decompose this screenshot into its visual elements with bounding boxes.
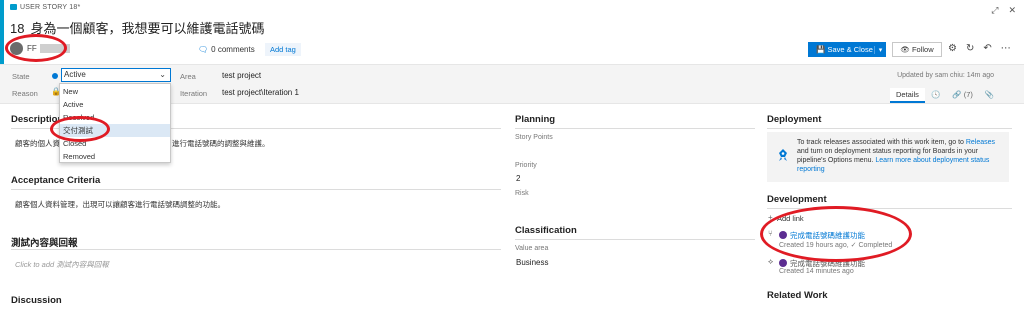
releases-link[interactable]: Releases: [966, 139, 995, 146]
divider: [11, 189, 501, 190]
description-text-left[interactable]: 顧客的個人資: [15, 138, 60, 149]
save-close-text: Save & Close: [827, 45, 873, 54]
save-options-chevron-icon[interactable]: ▾: [874, 45, 886, 54]
annotation-circle-development: [760, 206, 912, 262]
state-color-dot: [52, 73, 58, 79]
link-icon: 🔗: [952, 90, 964, 99]
value-area-label: Value area: [515, 245, 549, 252]
book-icon: [10, 4, 17, 10]
tab-details[interactable]: Details: [890, 88, 925, 103]
state-option-new[interactable]: New: [60, 85, 170, 98]
state-option-removed[interactable]: Removed: [60, 150, 170, 163]
undo-icon[interactable]: ↶: [983, 43, 991, 54]
state-option-active[interactable]: Active: [60, 98, 170, 111]
discussion-title: Discussion: [11, 295, 62, 306]
work-item-type-label: USER STORY 18*: [10, 4, 80, 11]
annotation-circle-state-option: [50, 116, 110, 142]
save-icon: 💾: [816, 45, 828, 54]
work-item-header: USER STORY 18* ⤢ ✕ 18 身為一個顧客，我想要可以維護電話號碼 F…: [0, 0, 1024, 64]
chevron-down-icon[interactable]: ⌄: [159, 69, 166, 81]
gear-icon[interactable]: ⚙: [948, 43, 957, 54]
priority-label: Priority: [515, 162, 537, 169]
classification-title: Classification: [515, 225, 577, 236]
close-icon[interactable]: ✕: [1008, 5, 1016, 15]
deployment-title: Deployment: [767, 114, 822, 125]
state-dropdown[interactable]: Active ⌄: [61, 68, 171, 82]
updated-by-text[interactable]: Updated by sam chiu: 14m ago: [897, 72, 994, 79]
acceptance-criteria-text[interactable]: 顧客個人資料管理，出現可以讓顧客進行電話號碼調整的功能。: [15, 199, 225, 210]
annotation-circle-assignee: [5, 34, 67, 62]
description-text-right[interactable]: 進行電話號碼的調整與維護。: [172, 138, 270, 149]
risk-label: Risk: [515, 190, 529, 197]
work-item-type-text: USER STORY 18*: [20, 4, 81, 11]
divider: [515, 239, 755, 240]
commit-meta: Created 14 minutes ago: [779, 268, 854, 275]
paperclip-icon: 📎: [984, 90, 995, 99]
area-label: Area: [180, 72, 196, 81]
development-title: Development: [767, 194, 827, 205]
avatar: [779, 259, 787, 267]
follow-label: Follow: [911, 45, 934, 54]
planning-title: Planning: [515, 114, 556, 125]
related-work-title: Related Work: [767, 290, 828, 301]
iteration-label: Iteration: [180, 89, 208, 98]
divider: [767, 128, 1012, 129]
tab-links[interactable]: 🔗 (7): [946, 88, 979, 103]
save-close-button[interactable]: 💾 Save & Close ▾: [808, 42, 886, 57]
divider: [11, 249, 501, 250]
value-area-value[interactable]: Business: [516, 258, 548, 267]
commit-icon: ⟡: [768, 257, 774, 266]
pipelines-rocket-icon: [779, 149, 787, 161]
comments-count: 0 comments: [211, 45, 255, 54]
deployment-text-1: To track releases associated with this w…: [797, 139, 966, 146]
acceptance-criteria-title: Acceptance Criteria: [11, 175, 101, 186]
divider: [515, 128, 755, 129]
area-value[interactable]: test project: [222, 71, 261, 80]
expand-icon[interactable]: ⤢: [991, 5, 998, 15]
tab-attachments[interactable]: 📎: [979, 88, 1000, 103]
refresh-icon[interactable]: ↻: [966, 43, 974, 54]
work-item-type-bar: [0, 0, 4, 64]
save-close-label[interactable]: 💾 Save & Close: [808, 45, 874, 54]
eye-icon: 👁: [900, 45, 912, 54]
work-item-id: 18: [10, 21, 25, 36]
reason-label: Reason: [12, 89, 38, 98]
state-label: State: [12, 72, 30, 81]
links-count: (7): [963, 90, 973, 99]
deployment-info-box: To track releases associated with this w…: [767, 132, 1009, 182]
tab-strip: Details 🕓 🔗 (7) 📎: [890, 88, 1000, 103]
tab-history[interactable]: 🕓: [925, 88, 946, 103]
test-content-placeholder[interactable]: Click to add 測試內容與回報: [15, 259, 109, 270]
follow-button[interactable]: 👁 Follow: [892, 42, 942, 57]
history-icon: 🕓: [930, 90, 941, 99]
story-points-label: Story Points: [515, 134, 553, 141]
comments-link[interactable]: 🗨 0 comments: [198, 45, 255, 54]
test-content-title: 測試內容與回報: [11, 238, 78, 249]
comment-icon: 🗨: [198, 45, 209, 54]
more-icon[interactable]: ⋯: [1001, 43, 1011, 54]
priority-value[interactable]: 2: [516, 174, 520, 183]
window-controls: ⤢ ✕: [981, 5, 1016, 16]
deployment-description: To track releases associated with this w…: [797, 138, 1002, 174]
state-value: Active: [64, 70, 86, 79]
iteration-value[interactable]: test project\Iteration 1: [222, 88, 299, 97]
add-tag-button[interactable]: Add tag: [265, 43, 301, 56]
toolbar-icons: ⚙ ↻ ↶ ⋯: [948, 43, 1020, 54]
work-item-title[interactable]: 身為一個顧客，我想要可以維護電話號碼: [30, 21, 264, 36]
